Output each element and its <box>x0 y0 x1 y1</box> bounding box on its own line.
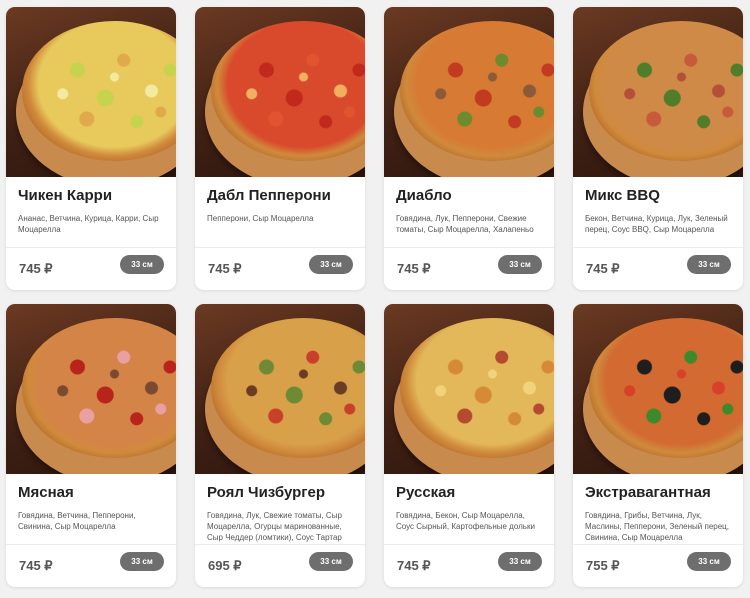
pizza-card[interactable]: Русская Говядина, Бекон, Сыр Моцарелла, С… <box>384 304 554 587</box>
pizza-image[interactable] <box>195 304 365 474</box>
pizza-ingredients: Ананас, Ветчина, Курица, Карри, Сыр Моца… <box>18 214 159 234</box>
pizza-name[interactable]: Роял Чизбургер <box>195 474 365 504</box>
pizza-image[interactable] <box>573 7 743 177</box>
pizza-ingredients: Говядина, Бекон, Сыр Моцарелла, Соус Сыр… <box>396 511 535 531</box>
size-button[interactable]: 33 см <box>687 552 731 571</box>
pizza-image[interactable] <box>195 7 365 177</box>
pizza-price: 745 ₽ <box>19 558 53 573</box>
pizza-ingredients: Говядина, Грибы, Ветчина, Лук, Маслины, … <box>585 511 729 542</box>
card-footer: 745 ₽ 33 см <box>573 248 743 290</box>
pizza-name[interactable]: Мясная <box>6 474 176 504</box>
pizza-image[interactable] <box>384 7 554 177</box>
pizza-ingredients: Говядина, Лук, Пепперони, Свежие томаты,… <box>396 214 534 234</box>
pizza-name[interactable]: Микс BBQ <box>573 177 743 207</box>
pizza-name[interactable]: Дабл Пепперони <box>195 177 365 207</box>
card-footer: 745 ₽ 33 см <box>6 545 176 587</box>
size-button[interactable]: 33 см <box>309 552 353 571</box>
pizza-image[interactable] <box>6 7 176 177</box>
pizza-ingredients: Говядина, Ветчина, Пепперони, Свинина, С… <box>18 511 136 531</box>
size-button[interactable]: 33 см <box>498 255 542 274</box>
pizza-card[interactable]: Диабло Говядина, Лук, Пепперони, Свежие т… <box>384 7 554 290</box>
pizza-image[interactable] <box>6 304 176 474</box>
pizza-card[interactable]: Роял Чизбургер Говядина, Лук, Свежие тома… <box>195 304 365 587</box>
pizza-ingredients: Пепперони, Сыр Моцарелла <box>207 214 314 223</box>
pizza-card[interactable]: Мясная Говядина, Ветчина, Пепперони, Свин… <box>6 304 176 587</box>
size-button[interactable]: 33 см <box>309 255 353 274</box>
pizza-price: 745 ₽ <box>208 261 242 276</box>
pizza-price: 755 ₽ <box>586 558 620 573</box>
pizza-name[interactable]: Экстравагантная <box>573 474 743 504</box>
pizza-card[interactable]: Дабл Пепперони Пепперони, Сыр Моцарелла 74… <box>195 7 365 290</box>
pizza-price: 695 ₽ <box>208 558 242 573</box>
card-footer: 745 ₽ 33 см <box>384 545 554 587</box>
pizza-card[interactable]: Чикен Карри Ананас, Ветчина, Курица, Карр… <box>6 7 176 290</box>
pizza-name[interactable]: Диабло <box>384 177 554 207</box>
card-footer: 745 ₽ 33 см <box>6 248 176 290</box>
pizza-price: 745 ₽ <box>397 261 431 276</box>
size-button[interactable]: 33 см <box>687 255 731 274</box>
card-footer: 745 ₽ 33 см <box>195 248 365 290</box>
pizza-price: 745 ₽ <box>586 261 620 276</box>
pizza-card[interactable]: Экстравагантная Говядина, Грибы, Ветчина,… <box>573 304 743 587</box>
size-button[interactable]: 33 см <box>120 552 164 571</box>
pizza-ingredients: Говядина, Лук, Свежие томаты, Сыр Моцаре… <box>207 511 342 542</box>
size-button[interactable]: 33 см <box>498 552 542 571</box>
pizza-price: 745 ₽ <box>19 261 53 276</box>
pizza-ingredients: Бекон, Ветчина, Курица, Лук, Зеленый пер… <box>585 214 728 234</box>
pizza-name[interactable]: Русская <box>384 474 554 504</box>
card-footer: 755 ₽ 33 см <box>573 545 743 587</box>
pizza-price: 745 ₽ <box>397 558 431 573</box>
pizza-image[interactable] <box>384 304 554 474</box>
card-footer: 745 ₽ 33 см <box>384 248 554 290</box>
card-footer: 695 ₽ 33 см <box>195 545 365 587</box>
pizza-image[interactable] <box>573 304 743 474</box>
size-button[interactable]: 33 см <box>120 255 164 274</box>
pizza-card[interactable]: Микс BBQ Бекон, Ветчина, Курица, Лук, Зел… <box>573 7 743 290</box>
pizza-name[interactable]: Чикен Карри <box>6 177 176 207</box>
